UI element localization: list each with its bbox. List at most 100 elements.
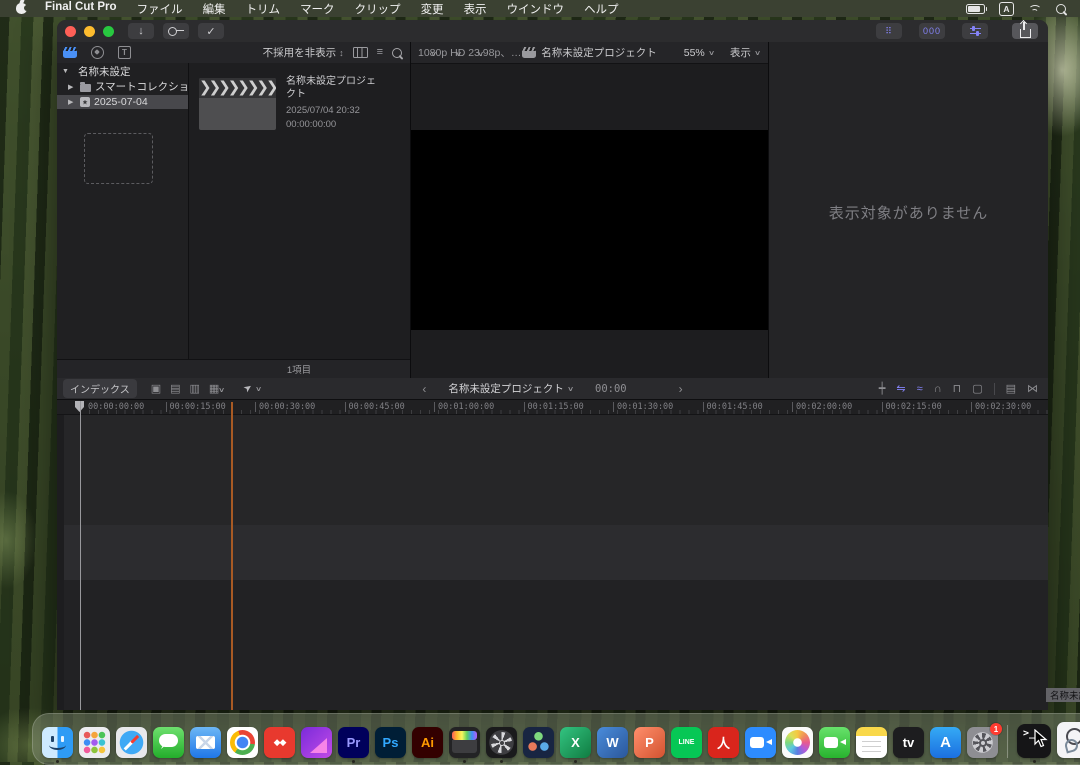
filmstrip-view-icon[interactable] [353, 47, 368, 58]
insert-edit-icon[interactable]: ▤ [170, 382, 180, 395]
dock-item-acrobat[interactable]: 人 [708, 727, 739, 758]
disclosure-triangle[interactable]: ▶ [68, 83, 76, 91]
timeline-project-title: 名称未設定プロジェクト [448, 381, 564, 396]
project-thumbnail[interactable]: ❯❯❯❯❯❯❯❯ [199, 78, 276, 130]
dock-item-messages[interactable] [153, 727, 184, 758]
list-view-icon[interactable]: ≡ [377, 48, 383, 57]
timeline-ruler[interactable]: 00:00:00:0000:00:15:0000:00:30:0000:00:4… [57, 400, 1048, 415]
viewer-view-menu[interactable]: 表示 [730, 45, 751, 60]
disclosure-triangle[interactable]: ▶ [68, 98, 76, 106]
append-edit-icon[interactable]: ▥ [190, 382, 200, 395]
timeline-back-button[interactable]: ‹ [422, 382, 426, 396]
playhead-line[interactable] [80, 401, 81, 710]
browser-layout-button[interactable]: ⠿ [876, 23, 902, 39]
menu-8[interactable]: ウインドウ [497, 1, 575, 17]
primary-storyline-lane[interactable] [64, 525, 1048, 580]
menu-6[interactable]: 変更 [411, 1, 454, 17]
dock-item-safari[interactable] [116, 727, 147, 758]
input-source-icon[interactable]: A [999, 2, 1014, 16]
dock: ◆◆ PrPsAi XWP LINE 人 tv 1 [32, 713, 1080, 765]
dock-item-launchpad[interactable] [79, 727, 110, 758]
sidebar-item-名称未設定[interactable]: ▼名称未設定 [57, 65, 188, 78]
tooltip: 名称未設定 [1046, 688, 1080, 702]
dock-item-compressor[interactable] [486, 727, 517, 758]
dock-item-chrome[interactable] [227, 727, 258, 758]
trim-icon[interactable]: ┿ [879, 382, 886, 395]
dock-item-photoshop[interactable]: Ps [375, 727, 406, 758]
timeline-project-menu[interactable]: 名称未設定プロジェクト ∨ [448, 381, 573, 396]
sidebar-item-2025-07-04[interactable]: ▶2025-07-04 [57, 95, 188, 109]
menu-3[interactable]: トリム [236, 1, 291, 17]
tool-selector[interactable]: ➤ ∨ [244, 383, 261, 394]
tag-icon[interactable]: ▢ [972, 382, 982, 395]
dock-item-system-settings[interactable]: 1 [967, 727, 998, 758]
zoom-fit-icon[interactable]: ⋈ [1027, 382, 1038, 395]
dock-item-notes[interactable] [856, 727, 887, 758]
timeline-body[interactable] [57, 415, 1048, 710]
dock-item-utility-app[interactable] [1057, 722, 1080, 758]
search-icon[interactable] [392, 48, 402, 58]
hide-rejected-dropdown[interactable]: 不採用を非表示 ↕ [263, 45, 344, 60]
spotlight-icon[interactable] [1056, 4, 1066, 14]
minimize-button[interactable] [84, 26, 95, 37]
connect-edit-icon[interactable]: ▣ [151, 382, 161, 395]
dock-item-affinity-app[interactable] [301, 727, 332, 758]
sidebar-item-スマートコレクション[interactable]: ▶スマートコレクション [57, 80, 188, 93]
overwrite-edit-icon[interactable]: ▦∨ [209, 382, 225, 395]
titles-generators-icon[interactable]: T [118, 46, 131, 59]
menu-5[interactable]: クリップ [345, 1, 411, 17]
solo-icon[interactable]: ∩ [934, 383, 942, 395]
index-button[interactable]: インデックス [63, 379, 137, 398]
dock-item-excel[interactable]: X [560, 727, 591, 758]
audio-skimming-icon[interactable]: ≈ [917, 383, 923, 395]
menu-9[interactable]: ヘルプ [574, 1, 629, 17]
background-tasks-button[interactable]: 000 [919, 23, 945, 39]
dock-item-illustrator[interactable]: Ai [412, 727, 443, 758]
inspector-toggle-button[interactable] [962, 23, 988, 39]
disclosure-triangle[interactable]: ▼ [62, 68, 70, 75]
photos-audio-sidebar-icon[interactable] [91, 46, 104, 59]
apple-logo-icon[interactable] [16, 3, 27, 14]
wifi-icon[interactable] [1028, 4, 1042, 14]
keyword-editor-button[interactable] [163, 23, 189, 39]
libraries-sidebar-icon[interactable] [63, 47, 77, 58]
dock-item-premiere-pro[interactable]: Pr [338, 727, 369, 758]
dock-item-final-cut-pro[interactable] [449, 727, 480, 758]
skimming-icon[interactable]: ⇋ [896, 382, 905, 395]
viewer-header: 1080p HD 23.98p、… 名称未設定プロジェクト 55% ∨ 表示 ∨ [411, 42, 768, 64]
menu-4[interactable]: マーク [290, 1, 345, 17]
dock-item-line[interactable]: LINE [671, 727, 702, 758]
dock-item-label: LINE [679, 739, 695, 746]
share-icon [1020, 29, 1031, 38]
dock-item-facetime[interactable] [819, 727, 850, 758]
timeline-forward-button[interactable]: › [679, 382, 683, 396]
dock-item-finder[interactable] [42, 727, 73, 758]
dock-item-photos[interactable] [782, 727, 813, 758]
storyline-drop-placeholder[interactable] [84, 133, 153, 184]
dock-item-davinci-resolve[interactable] [523, 727, 554, 758]
close-button[interactable] [65, 26, 76, 37]
menu-1[interactable]: ファイル [127, 1, 193, 17]
snapping-icon[interactable]: ⊓ [953, 382, 962, 395]
dock-item-red-diamonds-app[interactable]: ◆◆ [264, 727, 295, 758]
menu-2[interactable]: 編集 [193, 1, 236, 17]
menu-app[interactable]: Final Cut Pro [35, 1, 127, 17]
grid-icon: ⠿ [885, 26, 893, 37]
import-media-button[interactable]: ↓ [128, 23, 154, 39]
dock-item-word[interactable]: W [597, 727, 628, 758]
dock-item-powerpoint[interactable]: P [634, 727, 665, 758]
dock-item-mail[interactable] [190, 727, 221, 758]
dock-item-app-store[interactable] [930, 727, 961, 758]
dock-item-zoom[interactable] [745, 727, 776, 758]
ruler-label: 00:01:45:00 [707, 402, 763, 412]
background-render-button[interactable]: ✓ [198, 23, 224, 39]
share-button[interactable] [1012, 23, 1038, 39]
dock-item-apple-tv[interactable]: tv [893, 727, 924, 758]
clip-title[interactable]: 名称未設定プロジェクト [286, 76, 381, 101]
title-bar[interactable]: ↓ ✓ ⠿ 000 [57, 20, 1048, 43]
clip-appearance-icon[interactable]: ▤ [1006, 382, 1016, 395]
battery-icon[interactable] [966, 4, 985, 14]
zoom-window-button[interactable] [103, 26, 114, 37]
menu-7[interactable]: 表示 [454, 1, 497, 17]
viewer-zoom-level[interactable]: 55% [684, 47, 705, 59]
